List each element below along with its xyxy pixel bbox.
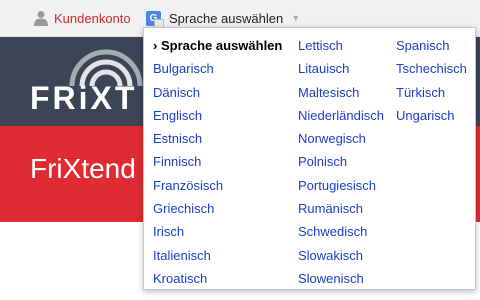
language-item[interactable]: Slowakisch bbox=[298, 244, 384, 267]
language-item[interactable]: Norwegisch bbox=[298, 127, 384, 150]
language-item[interactable]: Niederländisch bbox=[298, 104, 384, 127]
account-label: Kundenkonto bbox=[54, 10, 131, 26]
language-column-1: › Sprache auswählen Bulgarisch Dänisch E… bbox=[153, 34, 282, 290]
google-translate-icon: G bbox=[146, 10, 164, 29]
language-item[interactable]: Lettisch bbox=[298, 34, 384, 57]
language-item-current[interactable]: › Sprache auswählen bbox=[153, 34, 282, 57]
language-item[interactable]: Portugiesisch bbox=[298, 174, 384, 197]
chevron-down-icon[interactable]: ▼ bbox=[291, 13, 300, 23]
language-selector-label: Sprache auswählen bbox=[169, 10, 284, 26]
language-item[interactable]: Schwedisch bbox=[298, 220, 384, 243]
language-item[interactable]: Litauisch bbox=[298, 57, 384, 80]
language-column-3: Spanisch Tschechisch Türkisch Ungarisch bbox=[396, 34, 467, 127]
language-item[interactable]: Irisch bbox=[153, 220, 282, 243]
language-item[interactable]: Italienisch bbox=[153, 244, 282, 267]
language-item[interactable]: Kroatisch bbox=[153, 267, 282, 290]
person-icon bbox=[34, 11, 48, 26]
language-item[interactable]: Englisch bbox=[153, 104, 282, 127]
language-item[interactable]: Maltesisch bbox=[298, 81, 384, 104]
language-item[interactable]: Tschechisch bbox=[396, 57, 467, 80]
language-item[interactable]: Dänisch bbox=[153, 81, 282, 104]
language-item[interactable]: Slowenisch bbox=[298, 267, 384, 290]
page-title: FriXtend bbox=[30, 153, 136, 184]
language-item[interactable]: Türkisch bbox=[396, 81, 467, 104]
language-item[interactable]: Estnisch bbox=[153, 127, 282, 150]
language-item[interactable]: Ungarisch bbox=[396, 104, 467, 127]
language-item[interactable]: Bulgarisch bbox=[153, 57, 282, 80]
language-item[interactable]: Griechisch bbox=[153, 197, 282, 220]
account-link[interactable]: Kundenkonto bbox=[34, 8, 131, 28]
language-dropdown-menu: › Sprache auswählen Bulgarisch Dänisch E… bbox=[143, 27, 476, 290]
language-item[interactable]: Spanisch bbox=[396, 34, 467, 57]
language-item[interactable]: Finnisch bbox=[153, 150, 282, 173]
language-column-2: Lettisch Litauisch Maltesisch Niederländ… bbox=[298, 34, 384, 290]
language-item[interactable]: Polnisch bbox=[298, 150, 384, 173]
language-selector[interactable]: G Sprache auswählen ▼ bbox=[146, 8, 300, 29]
language-item[interactable]: Rumänisch bbox=[298, 197, 384, 220]
language-item[interactable]: Französisch bbox=[153, 174, 282, 197]
logo-text: FRiXT bbox=[30, 80, 138, 116]
